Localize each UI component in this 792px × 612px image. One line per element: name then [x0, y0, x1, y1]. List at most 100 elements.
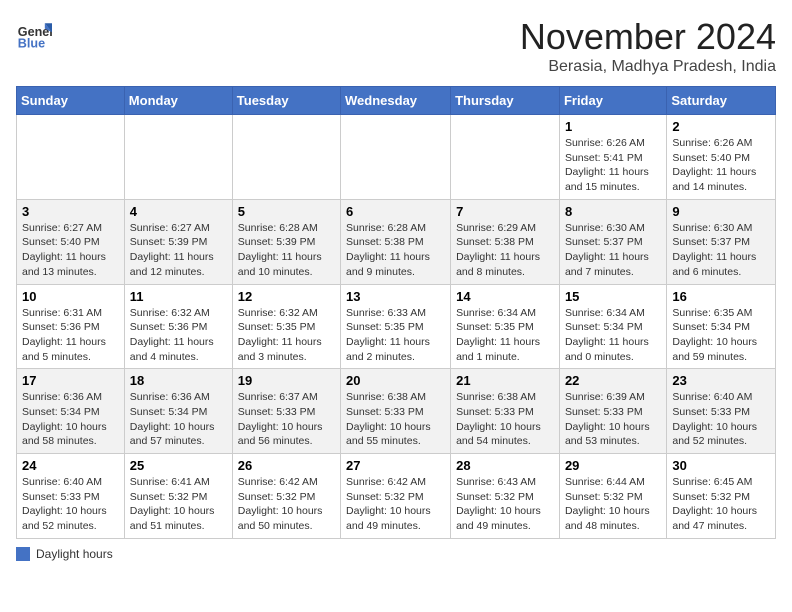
weekday-saturday: Saturday [667, 87, 776, 115]
day-number: 7 [456, 204, 554, 219]
legend: Daylight hours [16, 547, 776, 561]
day-cell [232, 115, 340, 200]
day-number: 1 [565, 119, 661, 134]
day-cell: 5 Sunrise: 6:28 AM Sunset: 5:39 PM Daylig… [232, 199, 340, 284]
day-cell: 30 Sunrise: 6:45 AM Sunset: 5:32 PM Dayli… [667, 454, 776, 539]
day-number: 5 [238, 204, 335, 219]
weekday-tuesday: Tuesday [232, 87, 340, 115]
day-number: 20 [346, 373, 445, 388]
day-info: Sunrise: 6:40 AM Sunset: 5:33 PM Dayligh… [672, 390, 770, 449]
day-info: Sunrise: 6:39 AM Sunset: 5:33 PM Dayligh… [565, 390, 661, 449]
day-cell: 26Sunrise: 6:42 AM Sunset: 5:32 PM Dayli… [232, 454, 340, 539]
day-number: 8 [565, 204, 661, 219]
day-number: 16 [672, 289, 770, 304]
day-info: Sunrise: 6:44 AM Sunset: 5:32 PM Dayligh… [565, 475, 661, 534]
day-cell [341, 115, 451, 200]
day-info: Sunrise: 6:35 AM Sunset: 5:34 PM Dayligh… [672, 306, 770, 365]
weekday-sunday: Sunday [17, 87, 125, 115]
day-info: Sunrise: 6:37 AM Sunset: 5:33 PM Dayligh… [238, 390, 335, 449]
day-info: Sunrise: 6:30 AM Sunset: 5:37 PM Dayligh… [565, 221, 661, 280]
day-info: Sunrise: 6:34 AM Sunset: 5:35 PM Dayligh… [456, 306, 554, 365]
day-info: Sunrise: 6:42 AM Sunset: 5:32 PM Dayligh… [238, 475, 335, 534]
day-number: 6 [346, 204, 445, 219]
day-cell: 19 Sunrise: 6:37 AM Sunset: 5:33 PM Dayli… [232, 369, 340, 454]
day-info: Sunrise: 6:27 AM Sunset: 5:39 PM Dayligh… [130, 221, 227, 280]
day-cell: 2 Sunrise: 6:26 AM Sunset: 5:40 PM Daylig… [667, 115, 776, 200]
day-info: Sunrise: 6:28 AM Sunset: 5:39 PM Dayligh… [238, 221, 335, 280]
legend-label: Daylight hours [36, 547, 113, 561]
week-row-5: 24Sunrise: 6:40 AM Sunset: 5:33 PM Dayli… [17, 454, 776, 539]
day-number: 25 [130, 458, 227, 473]
day-info: Sunrise: 6:30 AM Sunset: 5:37 PM Dayligh… [672, 221, 770, 280]
day-info: Sunrise: 6:36 AM Sunset: 5:34 PM Dayligh… [22, 390, 119, 449]
day-info: Sunrise: 6:41 AM Sunset: 5:32 PM Dayligh… [130, 475, 227, 534]
weekday-thursday: Thursday [451, 87, 560, 115]
day-number: 27 [346, 458, 445, 473]
month-title: November 2024 [520, 16, 776, 58]
day-info: Sunrise: 6:26 AM Sunset: 5:41 PM Dayligh… [565, 136, 661, 195]
week-row-4: 17Sunrise: 6:36 AM Sunset: 5:34 PM Dayli… [17, 369, 776, 454]
day-cell [124, 115, 232, 200]
day-number: 19 [238, 373, 335, 388]
day-info: Sunrise: 6:36 AM Sunset: 5:34 PM Dayligh… [130, 390, 227, 449]
day-cell [451, 115, 560, 200]
day-info: Sunrise: 6:42 AM Sunset: 5:32 PM Dayligh… [346, 475, 445, 534]
legend-box [16, 547, 30, 561]
day-cell: 3Sunrise: 6:27 AM Sunset: 5:40 PM Daylig… [17, 199, 125, 284]
day-cell: 27 Sunrise: 6:42 AM Sunset: 5:32 PM Dayli… [341, 454, 451, 539]
day-cell: 14 Sunrise: 6:34 AM Sunset: 5:35 PM Dayli… [451, 284, 560, 369]
day-number: 2 [672, 119, 770, 134]
week-row-2: 3Sunrise: 6:27 AM Sunset: 5:40 PM Daylig… [17, 199, 776, 284]
day-cell: 7 Sunrise: 6:29 AM Sunset: 5:38 PM Daylig… [451, 199, 560, 284]
day-info: Sunrise: 6:33 AM Sunset: 5:35 PM Dayligh… [346, 306, 445, 365]
week-row-1: 1 Sunrise: 6:26 AM Sunset: 5:41 PM Daylig… [17, 115, 776, 200]
weekday-header-row: SundayMondayTuesdayWednesdayThursdayFrid… [17, 87, 776, 115]
day-cell: 4 Sunrise: 6:27 AM Sunset: 5:39 PM Daylig… [124, 199, 232, 284]
title-block: November 2024 Berasia, Madhya Pradesh, I… [520, 16, 776, 76]
day-info: Sunrise: 6:32 AM Sunset: 5:35 PM Dayligh… [238, 306, 335, 365]
day-info: Sunrise: 6:29 AM Sunset: 5:38 PM Dayligh… [456, 221, 554, 280]
location: Berasia, Madhya Pradesh, India [520, 58, 776, 76]
day-info: Sunrise: 6:27 AM Sunset: 5:40 PM Dayligh… [22, 221, 119, 280]
page-header: General Blue November 2024 Berasia, Madh… [16, 16, 776, 76]
logo: General Blue [16, 16, 52, 52]
day-cell [17, 115, 125, 200]
day-info: Sunrise: 6:43 AM Sunset: 5:32 PM Dayligh… [456, 475, 554, 534]
day-number: 23 [672, 373, 770, 388]
day-cell: 8 Sunrise: 6:30 AM Sunset: 5:37 PM Daylig… [559, 199, 666, 284]
weekday-friday: Friday [559, 87, 666, 115]
day-cell: 22Sunrise: 6:39 AM Sunset: 5:33 PM Dayli… [559, 369, 666, 454]
day-cell: 11Sunrise: 6:32 AM Sunset: 5:36 PM Dayli… [124, 284, 232, 369]
day-cell: 16 Sunrise: 6:35 AM Sunset: 5:34 PM Dayli… [667, 284, 776, 369]
weekday-monday: Monday [124, 87, 232, 115]
day-cell: 18Sunrise: 6:36 AM Sunset: 5:34 PM Dayli… [124, 369, 232, 454]
day-info: Sunrise: 6:38 AM Sunset: 5:33 PM Dayligh… [346, 390, 445, 449]
day-cell: 17Sunrise: 6:36 AM Sunset: 5:34 PM Dayli… [17, 369, 125, 454]
day-number: 24 [22, 458, 119, 473]
day-number: 13 [346, 289, 445, 304]
day-cell: 10Sunrise: 6:31 AM Sunset: 5:36 PM Dayli… [17, 284, 125, 369]
day-info: Sunrise: 6:45 AM Sunset: 5:32 PM Dayligh… [672, 475, 770, 534]
day-cell: 20 Sunrise: 6:38 AM Sunset: 5:33 PM Dayli… [341, 369, 451, 454]
day-cell: 23 Sunrise: 6:40 AM Sunset: 5:33 PM Dayli… [667, 369, 776, 454]
day-number: 21 [456, 373, 554, 388]
day-info: Sunrise: 6:34 AM Sunset: 5:34 PM Dayligh… [565, 306, 661, 365]
day-cell: 15Sunrise: 6:34 AM Sunset: 5:34 PM Dayli… [559, 284, 666, 369]
day-number: 14 [456, 289, 554, 304]
day-number: 9 [672, 204, 770, 219]
day-number: 29 [565, 458, 661, 473]
day-cell: 21Sunrise: 6:38 AM Sunset: 5:33 PM Dayli… [451, 369, 560, 454]
day-cell: 13 Sunrise: 6:33 AM Sunset: 5:35 PM Dayli… [341, 284, 451, 369]
week-row-3: 10Sunrise: 6:31 AM Sunset: 5:36 PM Dayli… [17, 284, 776, 369]
day-info: Sunrise: 6:32 AM Sunset: 5:36 PM Dayligh… [130, 306, 227, 365]
day-info: Sunrise: 6:26 AM Sunset: 5:40 PM Dayligh… [672, 136, 770, 195]
day-cell: 9 Sunrise: 6:30 AM Sunset: 5:37 PM Daylig… [667, 199, 776, 284]
day-cell: 12Sunrise: 6:32 AM Sunset: 5:35 PM Dayli… [232, 284, 340, 369]
day-cell: 1 Sunrise: 6:26 AM Sunset: 5:41 PM Daylig… [559, 115, 666, 200]
day-number: 4 [130, 204, 227, 219]
day-number: 30 [672, 458, 770, 473]
day-info: Sunrise: 6:28 AM Sunset: 5:38 PM Dayligh… [346, 221, 445, 280]
calendar-table: SundayMondayTuesdayWednesdayThursdayFrid… [16, 86, 776, 539]
day-cell: 24Sunrise: 6:40 AM Sunset: 5:33 PM Dayli… [17, 454, 125, 539]
day-number: 28 [456, 458, 554, 473]
